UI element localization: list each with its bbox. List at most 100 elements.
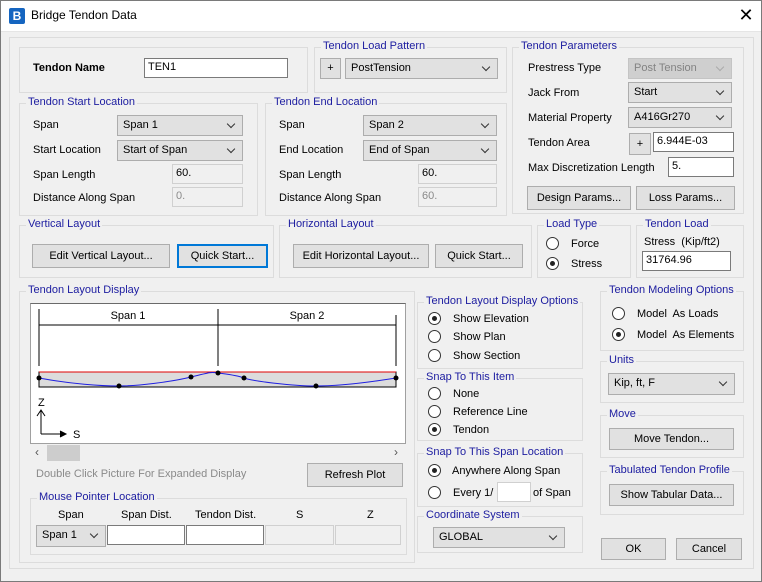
vertical-quick-start-button[interactable]: Quick Start... <box>177 244 268 268</box>
force-radio[interactable] <box>546 237 559 250</box>
tendon-dist-field[interactable] <box>186 525 264 545</box>
end-span-length-label: Span Length <box>279 169 342 181</box>
tendon-name-label: Tendon Name <box>33 62 105 74</box>
span-dist-field[interactable] <box>107 525 185 545</box>
start-location-label: Start Location <box>33 144 101 156</box>
col-span-dist: Span Dist. <box>121 509 172 521</box>
tendon-plot-canvas[interactable]: Span 1 Span 2 Z S <box>30 303 406 444</box>
span-2-label: Span 2 <box>290 310 325 322</box>
end-span-select[interactable]: Span 2 <box>363 115 497 136</box>
col-z: Z <box>367 509 374 521</box>
prestress-type-select: Post Tension <box>628 58 732 79</box>
refresh-plot-button[interactable]: Refresh Plot <box>307 463 403 487</box>
start-location-select[interactable]: Start of Span <box>117 140 243 161</box>
control-point <box>393 375 399 381</box>
tendon-name-input[interactable]: TEN1 <box>144 58 288 78</box>
horizontal-quick-start-button[interactable]: Quick Start... <box>435 244 523 268</box>
end-span-label: Span <box>279 119 305 131</box>
material-property-label: Material Property <box>528 112 612 124</box>
jack-from-label: Jack From <box>528 87 580 99</box>
group-legend: Tendon Layout Display Options <box>424 295 581 307</box>
tendon-load-input[interactable]: 31764.96 <box>642 251 731 271</box>
model-as-elements-label: Model As Elements <box>637 329 735 341</box>
show-section-label: Show Section <box>453 350 521 362</box>
coordinate-system-select[interactable]: GLOBAL <box>433 527 565 548</box>
plot-horizontal-scrollbar[interactable]: ‹ › <box>30 445 406 461</box>
cancel-button[interactable]: Cancel <box>676 538 742 560</box>
col-s: S <box>296 509 304 521</box>
scroll-thumb[interactable] <box>47 445 80 461</box>
max-discretization-label: Max Discretization Length <box>528 162 655 174</box>
stress-label: Stress <box>571 258 603 270</box>
mouse-span-select[interactable]: Span 1 <box>36 525 106 547</box>
edit-vertical-layout-button[interactable]: Edit Vertical Layout... <box>32 244 170 268</box>
model-as-elements-radio[interactable] <box>612 328 625 341</box>
group-legend: Vertical Layout <box>26 218 103 230</box>
move-tendon-button[interactable]: Move Tendon... <box>609 428 734 450</box>
group-legend: Tendon End Location <box>272 96 380 108</box>
model-as-loads-radio[interactable] <box>612 307 625 320</box>
group-legend: Horizontal Layout <box>286 218 376 230</box>
group-legend: Tendon Start Location <box>26 96 138 108</box>
show-elevation-radio[interactable] <box>428 312 441 325</box>
group-legend: Tendon Layout Display <box>26 284 142 296</box>
app-icon: B <box>9 8 25 24</box>
stress-radio[interactable] <box>546 257 559 270</box>
snap-none-radio[interactable] <box>428 387 441 400</box>
start-span-select[interactable]: Span 1 <box>117 115 243 136</box>
span-1-label: Span 1 <box>111 310 146 322</box>
tendon-elevation-plot: Span 1 Span 2 Z S <box>36 309 399 441</box>
every-fraction-input[interactable] <box>497 482 531 502</box>
show-section-radio[interactable] <box>428 349 441 362</box>
end-location-label: End Location <box>279 144 344 156</box>
modeling-options-group: Tendon Modeling Options <box>600 284 744 351</box>
loss-params-button[interactable]: Loss Params... <box>636 186 735 210</box>
group-legend: Tabulated Tendon Profile <box>607 464 732 476</box>
group-legend: Load Type <box>544 218 600 230</box>
group-legend: Tendon Parameters <box>519 40 619 52</box>
group-legend: Snap To This Span Location <box>424 446 566 458</box>
show-tabular-data-button[interactable]: Show Tabular Data... <box>609 484 734 506</box>
control-point <box>215 370 221 376</box>
force-label: Force <box>571 238 600 250</box>
load-pattern-select[interactable]: PostTension <box>345 58 498 79</box>
end-span-length-field: 60. <box>418 164 497 184</box>
add-area-button[interactable]: + <box>629 133 651 155</box>
group-legend: Coordinate System <box>424 509 522 521</box>
group-legend: Tendon Load <box>643 218 711 230</box>
design-params-button[interactable]: Design Params... <box>527 186 631 210</box>
ok-button[interactable]: OK <box>601 538 666 560</box>
jack-from-select[interactable]: Start <box>628 82 732 103</box>
start-span-length-label: Span Length <box>33 169 96 181</box>
add-load-pattern-button[interactable]: + <box>320 58 341 79</box>
stress-units-label: Stress (Kip/ft2) <box>644 236 720 248</box>
snap-reference-line-radio[interactable] <box>428 405 441 418</box>
snap-tendon-label: Tendon <box>453 424 490 436</box>
tendon-area-input[interactable]: 6.944E-03 <box>653 132 734 152</box>
end-location-select[interactable]: End of Span <box>363 140 497 161</box>
units-select[interactable]: Kip, ft, F <box>608 373 735 395</box>
material-property-select[interactable]: A416Gr270 <box>628 107 732 128</box>
load-type-group: Load Type <box>537 218 631 278</box>
scroll-right-icon[interactable]: › <box>394 445 398 459</box>
control-point <box>241 375 247 381</box>
snap-reference-line-label: Reference Line <box>453 406 528 418</box>
window-title: Bridge Tendon Data <box>31 8 137 22</box>
anywhere-along-span-radio[interactable] <box>428 464 441 477</box>
group-legend: Move <box>607 408 638 420</box>
col-span: Span <box>58 509 84 521</box>
snap-tendon-radio[interactable] <box>428 423 441 436</box>
scroll-left-icon[interactable]: ‹ <box>35 445 39 459</box>
every-fraction-radio[interactable] <box>428 486 441 499</box>
control-point <box>188 374 194 380</box>
start-distance-field: 0. <box>172 187 243 207</box>
show-plan-radio[interactable] <box>428 330 441 343</box>
model-as-loads-label: Model As Loads <box>637 308 719 320</box>
close-button[interactable]: ✕ <box>734 3 758 27</box>
z-field <box>335 525 401 545</box>
edit-horizontal-layout-button[interactable]: Edit Horizontal Layout... <box>293 244 429 268</box>
max-discretization-input[interactable]: 5. <box>668 157 734 177</box>
end-distance-label: Distance Along Span <box>279 192 382 204</box>
group-legend: Units <box>607 354 637 366</box>
anywhere-along-span-label: Anywhere Along Span <box>452 465 561 477</box>
